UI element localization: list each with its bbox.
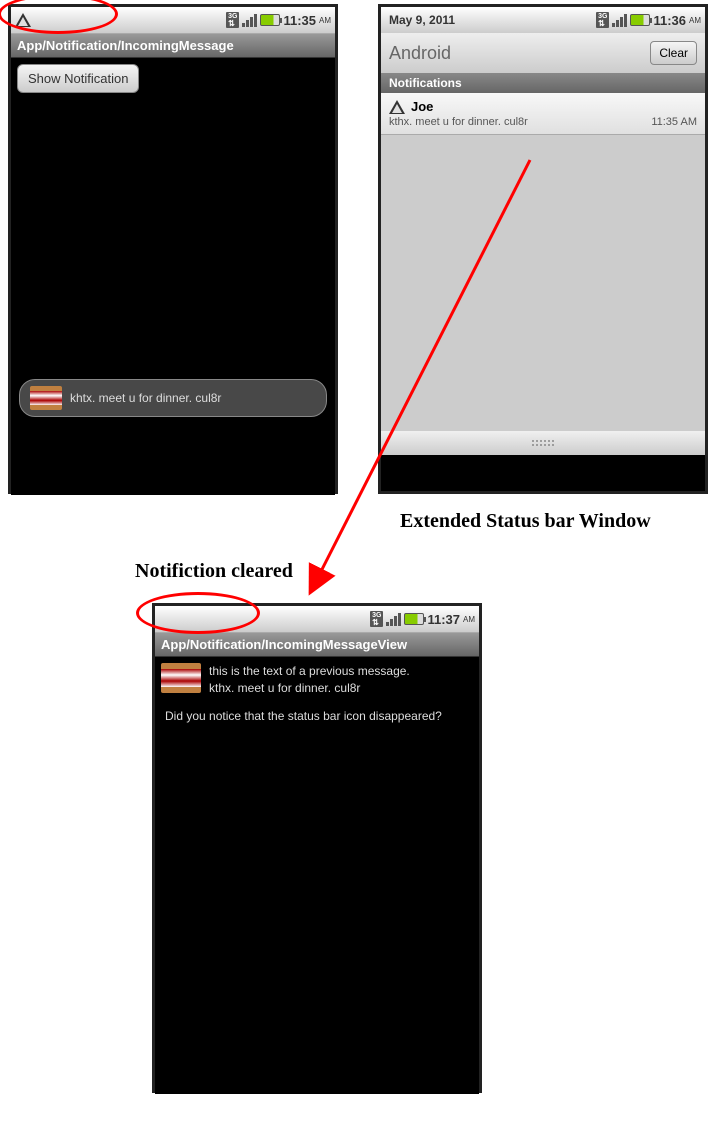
data-3g-icon: 3G⇅	[370, 611, 383, 627]
notifications-section-header: Notifications	[381, 73, 705, 93]
clock-time: 11:37	[427, 612, 460, 627]
battery-icon	[630, 14, 650, 26]
clock-ampm: AM	[689, 16, 701, 25]
notification-panel-header: Android Clear	[381, 33, 705, 73]
notification-time: 11:35 AM	[651, 116, 697, 128]
notification-triangle-icon	[15, 13, 31, 27]
carrier-label: Android	[389, 43, 451, 64]
message-row: this is the text of a previous message. …	[155, 657, 479, 703]
content-area: Show Notification khtx. meet u for dinne…	[11, 58, 335, 495]
message-line1: this is the text of a previous message.	[209, 664, 410, 678]
signal-icon	[386, 612, 401, 626]
clock-ampm: AM	[463, 615, 475, 624]
clear-button[interactable]: Clear	[650, 41, 697, 65]
signal-icon	[612, 13, 627, 27]
clock-time: 11:36	[653, 13, 686, 28]
battery-icon	[260, 14, 280, 26]
clock-time: 11:35	[283, 13, 316, 28]
status-bar: 3G⇅ 11:37 AM	[155, 606, 479, 632]
signal-icon	[242, 13, 257, 27]
status-bar[interactable]: May 9, 2011 3G⇅ 11:36 AM	[381, 7, 705, 33]
toast-popup: khtx. meet u for dinner. cul8r	[19, 379, 327, 417]
clock-ampm: AM	[319, 16, 331, 25]
message-text: this is the text of a previous message. …	[209, 663, 410, 697]
data-3g-icon: 3G⇅	[596, 12, 609, 28]
caption-right: Extended Status bar Window	[400, 510, 651, 533]
battery-icon	[404, 613, 424, 625]
phone-screen-1: 3G⇅ 11:35 AM App/Notification/IncomingMe…	[8, 4, 338, 494]
question-text: Did you notice that the status bar icon …	[155, 703, 479, 729]
notification-item[interactable]: Joe kthx. meet u for dinner. cul8r 11:35…	[381, 93, 705, 135]
contact-thumbnail	[161, 663, 201, 693]
status-left-icons	[15, 13, 31, 27]
notification-text: kthx. meet u for dinner. cul8r	[389, 116, 528, 128]
show-notification-button[interactable]: Show Notification	[17, 64, 139, 93]
phone-screen-2: May 9, 2011 3G⇅ 11:36 AM Android Clear N…	[378, 4, 708, 494]
message-line2: kthx. meet u for dinner. cul8r	[209, 681, 360, 695]
data-3g-icon: 3G⇅	[226, 12, 239, 28]
activity-title: App/Notification/IncomingMessageView	[155, 632, 479, 657]
status-bar: 3G⇅ 11:35 AM	[11, 7, 335, 33]
content-area: this is the text of a previous message. …	[155, 657, 479, 1094]
phone-screen-3: 3G⇅ 11:37 AM App/Notification/IncomingMe…	[152, 603, 482, 1093]
status-date: May 9, 2011	[385, 13, 455, 27]
toast-text: khtx. meet u for dinner. cul8r	[70, 391, 221, 405]
notification-handle[interactable]	[381, 431, 705, 455]
notification-empty-area	[381, 135, 705, 455]
caption-left: Notifiction cleared	[135, 560, 293, 583]
activity-title: App/Notification/IncomingMessage	[11, 33, 335, 58]
notification-sender: Joe	[411, 99, 433, 114]
contact-thumbnail	[30, 386, 62, 410]
notification-triangle-icon	[389, 100, 405, 114]
